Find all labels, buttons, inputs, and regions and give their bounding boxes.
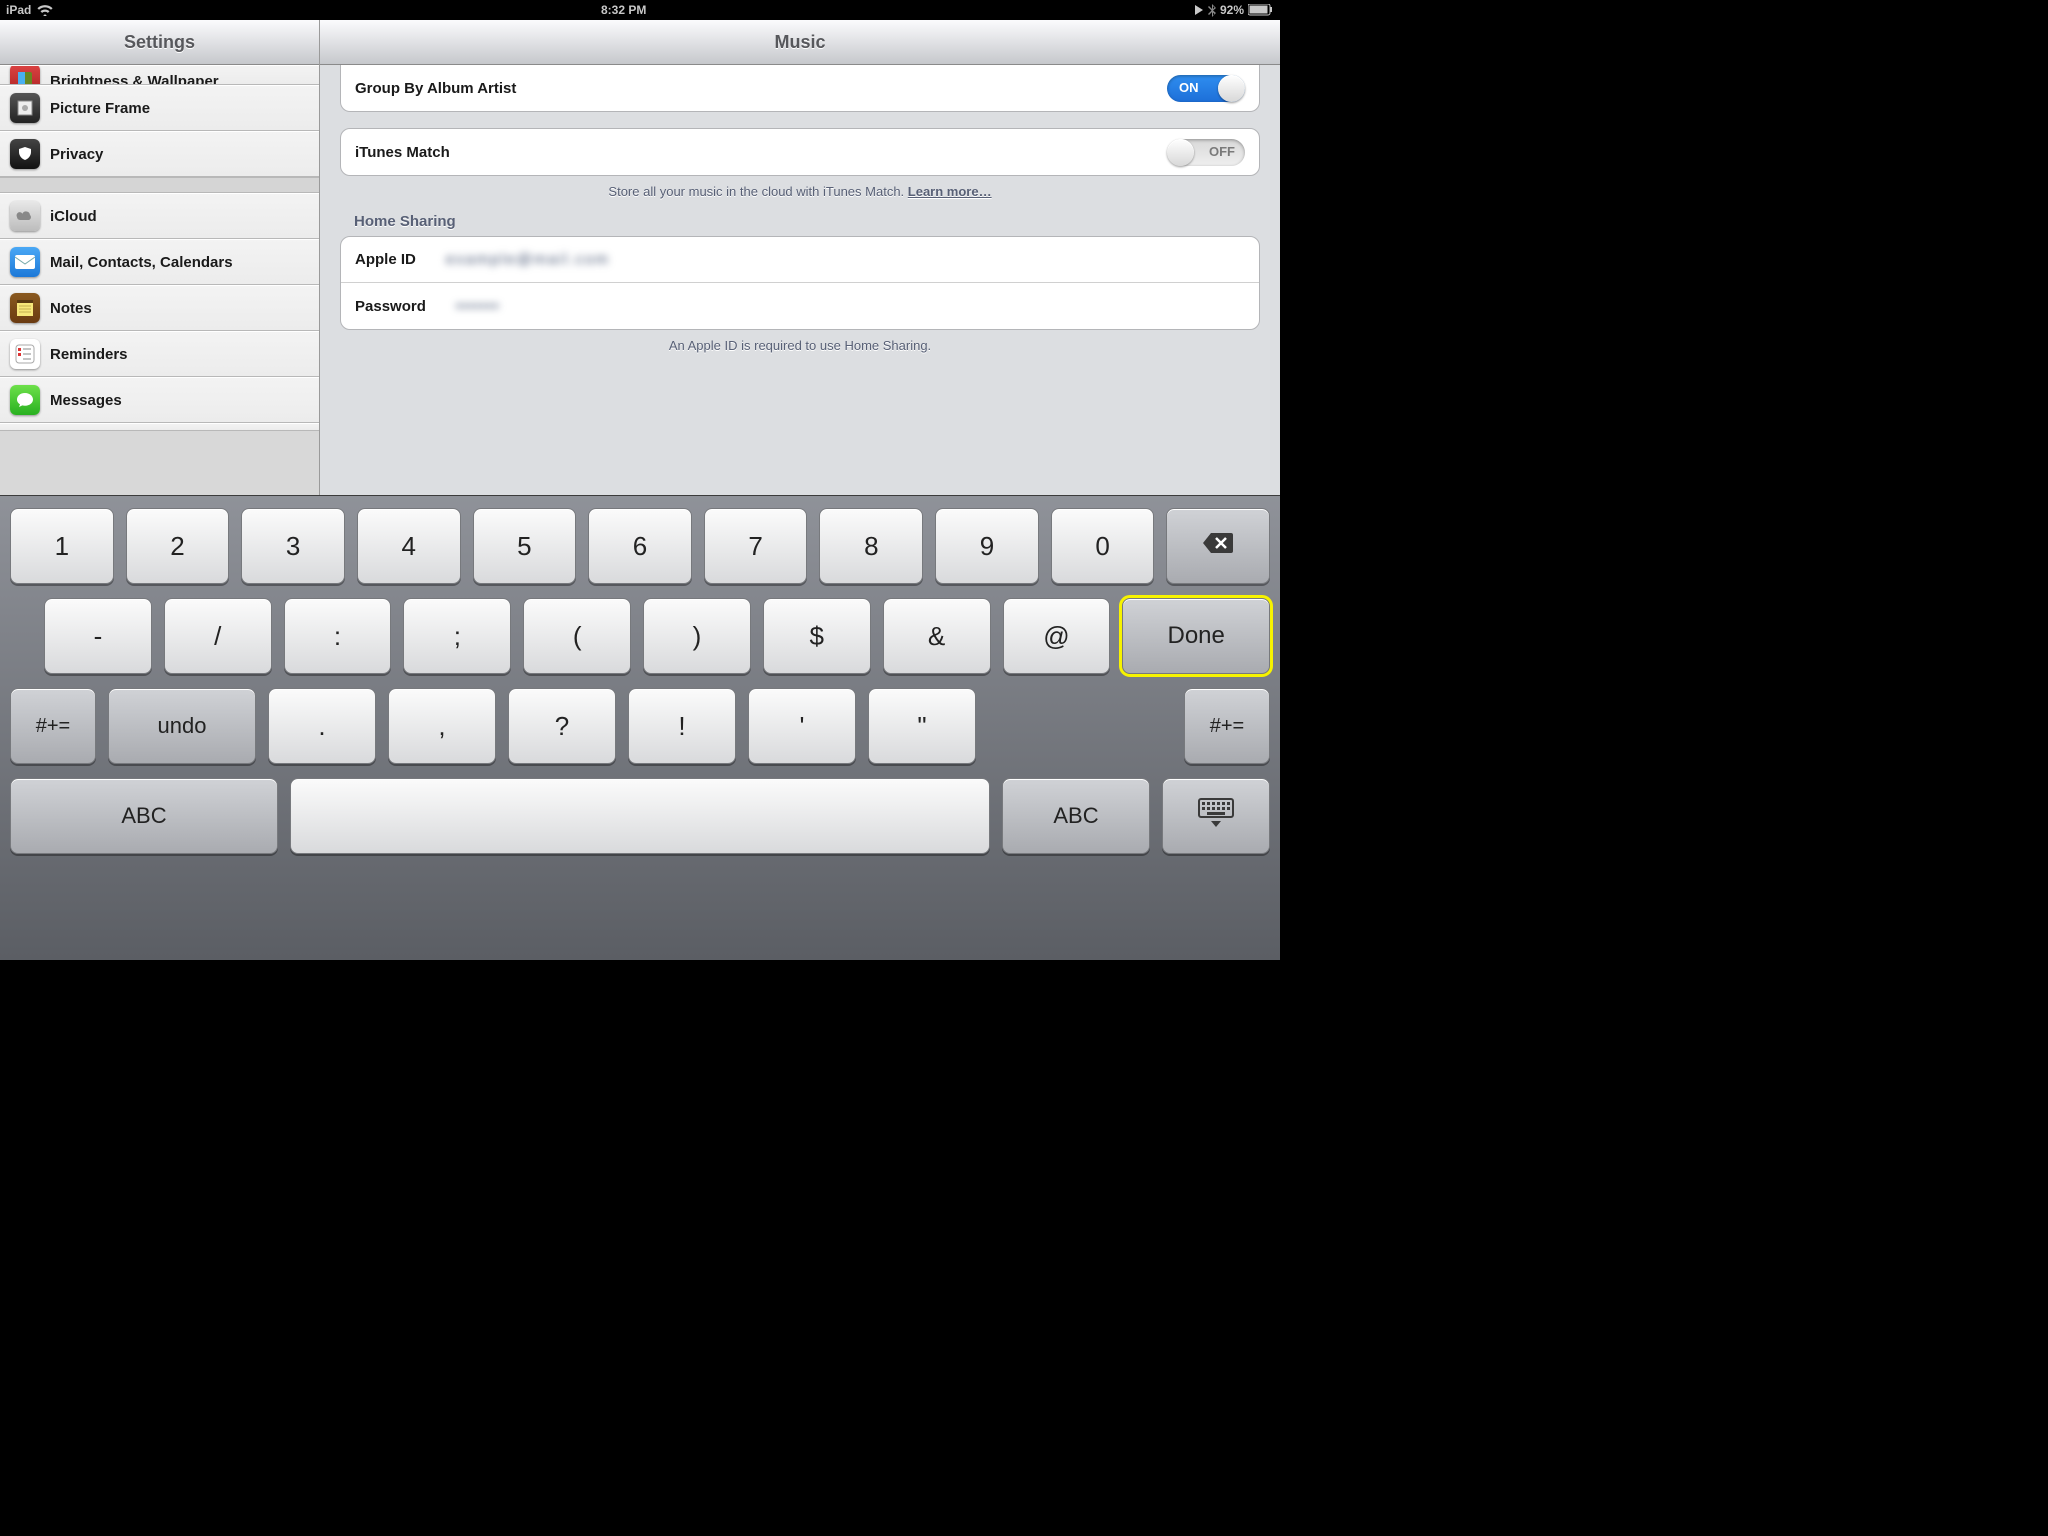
key-rparen[interactable]: ) xyxy=(643,598,751,674)
cell-itunes-match[interactable]: iTunes Match OFF xyxy=(341,129,1259,175)
sidebar-item-pictureframe[interactable]: Picture Frame xyxy=(0,85,319,131)
key-at[interactable]: @ xyxy=(1003,598,1111,674)
key-3[interactable]: 3 xyxy=(241,508,345,584)
key-semicolon[interactable]: ; xyxy=(403,598,511,674)
sidebar-item-privacy[interactable]: Privacy xyxy=(0,131,319,177)
key-abc-right[interactable]: ABC xyxy=(1002,778,1150,854)
sidebar-title: Settings xyxy=(0,20,319,65)
home-sharing-title: Home Sharing xyxy=(354,213,1260,230)
password-label: Password xyxy=(355,298,426,315)
settings-detail: Music Group By Album Artist ON iTunes Ma… xyxy=(320,20,1280,495)
key-5[interactable]: 5 xyxy=(473,508,577,584)
privacy-icon xyxy=(10,139,40,169)
bluetooth-icon xyxy=(1208,4,1216,17)
sidebar-item-label: Brightness & Wallpaper xyxy=(50,73,219,85)
backspace-icon xyxy=(1201,531,1235,562)
clock: 8:32 PM xyxy=(53,3,1194,17)
key-1[interactable]: 1 xyxy=(10,508,114,584)
sidebar-item-messages[interactable]: Messages xyxy=(0,377,319,423)
notes-icon xyxy=(10,293,40,323)
key-colon[interactable]: : xyxy=(284,598,392,674)
key-done[interactable]: Done xyxy=(1122,598,1270,674)
battery-percent: 92% xyxy=(1220,3,1244,17)
key-4[interactable]: 4 xyxy=(357,508,461,584)
key-question[interactable]: ? xyxy=(508,688,616,764)
hide-keyboard-icon xyxy=(1197,797,1235,836)
cell-password[interactable]: Password ••••••• xyxy=(341,283,1259,329)
sidebar-item-label: Reminders xyxy=(50,346,128,363)
sidebar-item-reminders[interactable]: Reminders xyxy=(0,331,319,377)
cell-group-by-album-artist[interactable]: Group By Album Artist ON xyxy=(341,65,1259,111)
key-quote[interactable]: " xyxy=(868,688,976,764)
key-slash[interactable]: / xyxy=(164,598,272,674)
toggle-itunes-match[interactable]: OFF xyxy=(1167,139,1245,166)
apple-id-label: Apple ID xyxy=(355,251,416,268)
cell-apple-id[interactable]: Apple ID example@mail.com xyxy=(341,237,1259,283)
wifi-icon xyxy=(37,4,53,16)
password-value[interactable]: ••••••• xyxy=(456,298,500,315)
sidebar-item-label: iCloud xyxy=(50,208,97,225)
sidebar-item-brightness[interactable]: Brightness & Wallpaper xyxy=(0,65,319,85)
pictureframe-icon xyxy=(10,93,40,123)
device-label: iPad xyxy=(6,3,31,17)
key-exclaim[interactable]: ! xyxy=(628,688,736,764)
sidebar-item-partial[interactable] xyxy=(0,423,319,431)
key-0[interactable]: 0 xyxy=(1051,508,1155,584)
key-abc-left[interactable]: ABC xyxy=(10,778,278,854)
sidebar-item-notes[interactable]: Notes xyxy=(0,285,319,331)
itunes-match-footer: Store all your music in the cloud with i… xyxy=(340,184,1260,199)
key-comma[interactable]: , xyxy=(388,688,496,764)
key-amp[interactable]: & xyxy=(883,598,991,674)
mail-icon xyxy=(10,247,40,277)
key-dash[interactable]: - xyxy=(44,598,152,674)
itunes-match-label: iTunes Match xyxy=(355,144,450,161)
play-icon xyxy=(1194,5,1204,15)
sidebar-item-label: Notes xyxy=(50,300,92,317)
reminders-icon xyxy=(10,339,40,369)
brightness-icon xyxy=(10,65,40,85)
learn-more-link[interactable]: Learn more… xyxy=(908,184,992,199)
keyboard: 1 2 3 4 5 6 7 8 9 0 - / : ; ( ) $ & @ Do… xyxy=(0,495,1280,960)
sidebar-item-icloud[interactable]: iCloud xyxy=(0,193,319,239)
key-symbols-shift-left[interactable]: #+= xyxy=(10,688,96,764)
sidebar-item-label: Mail, Contacts, Calendars xyxy=(50,254,233,271)
messages-icon xyxy=(10,385,40,415)
key-7[interactable]: 7 xyxy=(704,508,808,584)
icloud-icon xyxy=(10,201,40,231)
key-undo[interactable]: undo xyxy=(108,688,256,764)
toggle-off-text: OFF xyxy=(1209,144,1235,159)
toggle-knob xyxy=(1167,139,1194,166)
group-by-label: Group By Album Artist xyxy=(355,80,516,97)
key-backspace[interactable] xyxy=(1166,508,1270,584)
key-period[interactable]: . xyxy=(268,688,376,764)
key-6[interactable]: 6 xyxy=(588,508,692,584)
key-9[interactable]: 9 xyxy=(935,508,1039,584)
apple-id-value[interactable]: example@mail.com xyxy=(446,251,610,268)
toggle-on-text: ON xyxy=(1179,80,1199,95)
key-dollar[interactable]: $ xyxy=(763,598,871,674)
status-bar: iPad 8:32 PM 92% xyxy=(0,0,1280,20)
detail-title: Music xyxy=(320,20,1280,65)
sidebar-item-label: Privacy xyxy=(50,146,103,163)
home-sharing-footer: An Apple ID is required to use Home Shar… xyxy=(340,338,1260,353)
sidebar-item-label: Messages xyxy=(50,392,122,409)
key-apostrophe[interactable]: ' xyxy=(748,688,856,764)
toggle-group-by[interactable]: ON xyxy=(1167,75,1245,102)
key-hide-keyboard[interactable] xyxy=(1162,778,1270,854)
key-symbols-shift-right[interactable]: #+= xyxy=(1184,688,1270,764)
key-2[interactable]: 2 xyxy=(126,508,230,584)
sidebar-item-label: Picture Frame xyxy=(50,100,150,117)
key-space[interactable] xyxy=(290,778,990,854)
battery-icon xyxy=(1248,4,1274,16)
key-8[interactable]: 8 xyxy=(819,508,923,584)
settings-sidebar: Settings Brightness & Wallpaper Picture … xyxy=(0,20,320,495)
sidebar-item-mail[interactable]: Mail, Contacts, Calendars xyxy=(0,239,319,285)
footer-text: Store all your music in the cloud with i… xyxy=(608,184,907,199)
key-lparen[interactable]: ( xyxy=(523,598,631,674)
toggle-knob xyxy=(1218,75,1245,102)
